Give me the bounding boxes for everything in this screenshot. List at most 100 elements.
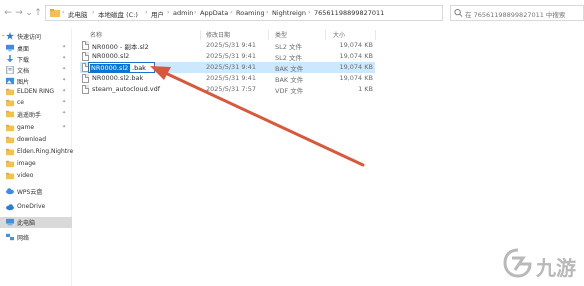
sidebar-item-label: ce [17, 99, 24, 106]
column-divider[interactable] [325, 30, 326, 40]
sidebar-item-ce[interactable]: ce ✦ [0, 98, 72, 109]
file-type: BAK 文件 [275, 76, 304, 84]
breadcrumb-separator: › [308, 9, 311, 16]
up-arrow-icon[interactable]: ↑ [33, 7, 43, 19]
watermark-text: 九游 [536, 256, 576, 280]
sidebar-item-label: 文档 [17, 68, 30, 75]
breadcrumb-this-pc[interactable]: 此电脑 [68, 9, 88, 19]
file-type: BAK 文件 [275, 65, 304, 73]
pin-icon: ✦ [62, 110, 67, 116]
breadcrumb-admin[interactable]: admin [173, 9, 193, 17]
folder-icon [50, 9, 60, 17]
folder-icon [6, 136, 14, 144]
breadcrumb-separator: › [62, 9, 65, 16]
folder-icon [6, 172, 14, 180]
forward-arrow-icon[interactable]: → [14, 7, 24, 19]
column-divider[interactable] [200, 30, 201, 40]
file-icon [82, 41, 89, 50]
back-arrow-icon[interactable]: ← [3, 7, 13, 19]
rename-input[interactable]: NR0000.sl2 - 副本 .bak [88, 62, 155, 73]
file-name: NR0000 - 副本.sl2 [92, 43, 149, 51]
column-divider[interactable] [375, 30, 376, 40]
breadcrumb-separator: › [194, 9, 197, 16]
sidebar-item-quick-access[interactable]: ⌄ 快速访问 [0, 31, 72, 42]
sidebar-item-network[interactable]: 网络 [0, 232, 72, 243]
sidebar-item-label: video [17, 172, 34, 179]
chevron-down-icon[interactable]: ⌄ [1, 32, 5, 38]
file-name: NR0000.sl2.bak [92, 74, 144, 82]
cloud-icon [6, 188, 14, 195]
address-bar[interactable]: › 此电脑 › 本地磁盘 (C:) › 用户 › admin › AppData… [45, 5, 485, 21]
column-divider[interactable] [268, 30, 269, 40]
search-icon [454, 8, 463, 17]
sidebar-item-desktop[interactable]: 桌面 ✦ [0, 43, 72, 54]
file-name: NR0000.sl2 [92, 52, 130, 60]
sidebar-item-onedrive[interactable]: OneDrive [0, 202, 72, 213]
file-modified: 2025/5/31 9:41 [206, 74, 256, 82]
file-size: 19,074 KB [339, 63, 373, 71]
pin-icon: ✦ [62, 124, 67, 130]
column-header-modified[interactable]: 修改日期 [206, 30, 230, 40]
sidebar-item-downloads[interactable]: 下载 ✦ [0, 54, 72, 65]
sidebar-item-video[interactable]: video [0, 171, 72, 182]
sidebar-item-elden-ring[interactable]: ELDEN RING ✦ [0, 87, 72, 98]
sidebar-item-download[interactable]: download [0, 135, 72, 146]
sidebar-item-game[interactable]: game ✦ [0, 123, 72, 134]
sidebar-item-xiaoyao[interactable]: 逍遥助手 ✦ [0, 109, 72, 120]
breadcrumb-separator: › [92, 9, 95, 16]
sidebar-item-label: 图片 [17, 79, 30, 86]
folder-icon [6, 99, 14, 107]
file-modified: 2025/5/31 7:57 [206, 85, 256, 93]
breadcrumb-users[interactable]: 用户 [151, 9, 164, 19]
address-row: ← → ⌄ ↑ › 此电脑 › 本地磁盘 (C:) › 用户 › admin ›… [0, 0, 584, 28]
computer-icon [6, 218, 14, 226]
breadcrumb-separator: › [145, 9, 148, 16]
breadcrumb-roaming[interactable]: Roaming [236, 9, 265, 17]
sidebar-item-label: Elden.Ring.Nightre [17, 148, 74, 155]
file-row[interactable]: NR0000.sl2 2025/5/31 9:41 SL2 文件 19,074 … [80, 51, 375, 62]
file-modified: 2025/5/31 9:41 [206, 41, 256, 49]
file-size: 1 KB [358, 85, 373, 93]
breadcrumb-appdata[interactable]: AppData [200, 9, 228, 17]
pin-icon: ✦ [62, 66, 67, 72]
sidebar-item-label: 桌面 [17, 46, 30, 53]
file-size: 19,074 KB [339, 52, 373, 60]
breadcrumb-separator: › [167, 9, 170, 16]
folder-icon [6, 88, 14, 96]
sidebar-item-image[interactable]: image [0, 159, 72, 170]
breadcrumb-nightreign[interactable]: Nightreign [272, 9, 306, 17]
column-header-size[interactable]: 大小 [333, 30, 345, 40]
file-row[interactable]: NR0000.sl2.bak 2025/5/31 9:41 BAK 文件 19,… [80, 73, 375, 84]
file-row[interactable]: NR0000 - 副本.sl2 2025/5/31 9:41 SL2 文件 19… [80, 40, 375, 51]
sidebar-item-label: OneDrive [17, 203, 46, 210]
breadcrumb-local-disk[interactable]: 本地磁盘 (C:) [98, 9, 138, 19]
sidebar-item-label: 下载 [17, 57, 30, 64]
file-modified: 2025/5/31 9:41 [206, 52, 256, 60]
breadcrumb-separator: › [266, 9, 269, 16]
file-icon [82, 85, 89, 94]
breadcrumb-separator: › [230, 9, 233, 16]
sidebar-item-label: download [17, 136, 47, 143]
rename-extension-text: .bak [132, 64, 146, 72]
sidebar-item-this-pc[interactable]: 此电脑 [0, 217, 72, 228]
file-size: 19,074 KB [339, 41, 373, 49]
sidebar-item-label: 逍遥助手 [17, 112, 42, 119]
sidebar-item-wps-cloud[interactable]: WPS云盘 [0, 186, 72, 197]
search-box[interactable]: 在 76561198899827011 中搜索 [450, 5, 584, 21]
column-header-type[interactable]: 类型 [275, 30, 287, 40]
search-input[interactable]: 在 76561198899827011 中搜索 [465, 9, 565, 19]
picture-icon [6, 77, 14, 85]
breadcrumb-steam-id[interactable]: 76561198899827011 [314, 9, 384, 17]
file-row-selected[interactable]: NR0000.sl2 - 副本 .bak 2025/5/31 9:41 BAK … [80, 62, 375, 73]
folder-icon [6, 148, 14, 156]
sidebar-item-elden-ring-nightreign[interactable]: Elden.Ring.Nightre [0, 147, 74, 158]
sidebar-item-pictures[interactable]: 图片 ✦ [0, 76, 72, 87]
column-header-name[interactable]: 名称 [90, 30, 102, 40]
file-row[interactable]: steam_autocloud.vdf 2025/5/31 7:57 VDF 文… [80, 84, 375, 95]
download-icon [6, 55, 14, 63]
sidebar-item-documents[interactable]: 文档 ✦ [0, 65, 72, 76]
pin-icon: ✦ [62, 99, 67, 105]
file-modified: 2025/5/31 9:41 [206, 63, 256, 71]
sidebar-item-label: 快速访问 [17, 34, 42, 41]
rename-selected-text: NR0000.sl2 - 副本 [90, 64, 148, 72]
